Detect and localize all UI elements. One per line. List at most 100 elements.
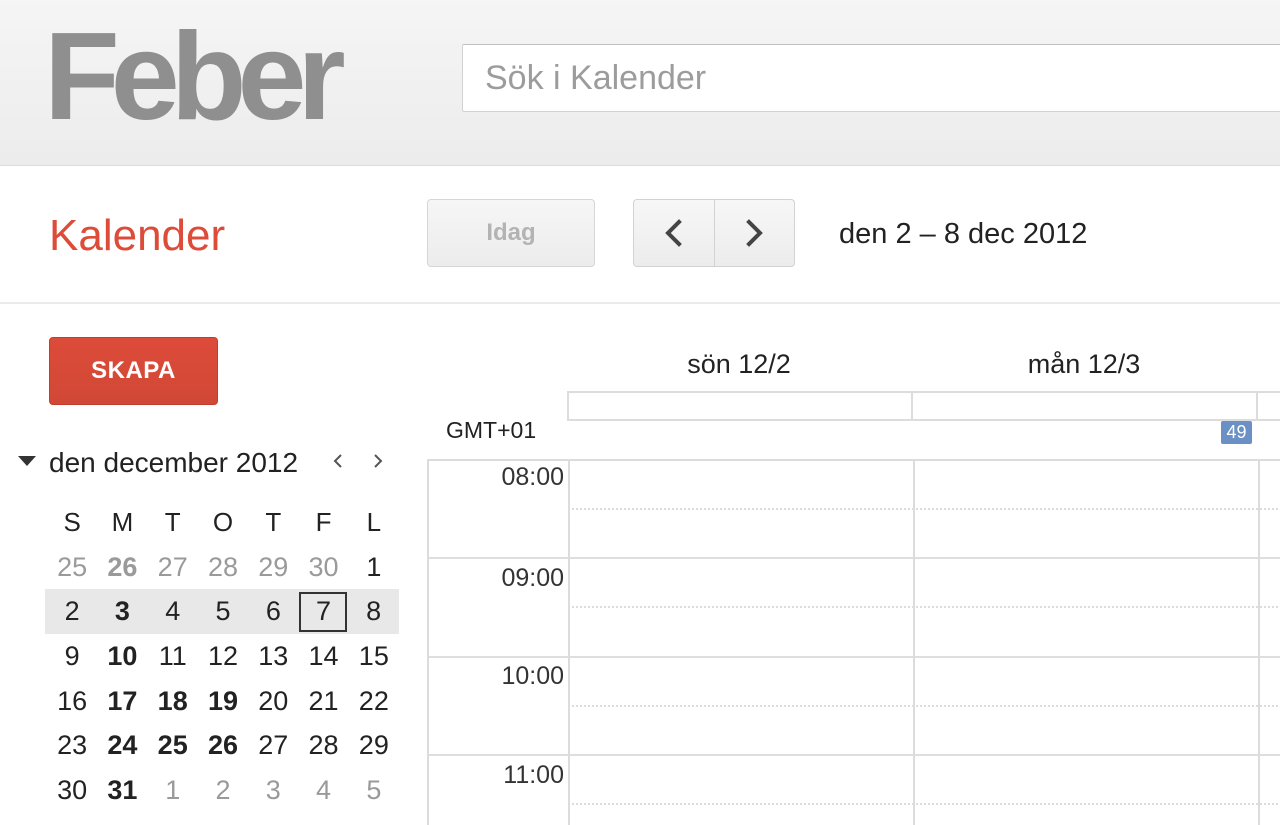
half-hour-line (568, 606, 1280, 608)
toolbar-divider (0, 302, 1280, 304)
day-header-sunday[interactable]: sön 12/2 (567, 347, 911, 381)
weekday-label: T (164, 506, 181, 537)
mini-day[interactable]: 3 (248, 770, 298, 810)
mini-day[interactable]: 28 (198, 547, 248, 587)
weekday-label: F (315, 506, 332, 537)
chevron-right-icon (746, 219, 764, 247)
mini-day[interactable]: 6 (248, 592, 298, 632)
mini-day[interactable]: 3 (97, 592, 147, 632)
half-hour-line (568, 508, 1280, 510)
mini-day[interactable]: 2 (198, 770, 248, 810)
mini-week-row: 9 10 11 12 13 14 15 (47, 634, 399, 679)
mini-day[interactable]: 31 (97, 770, 147, 810)
weekday-label: L (366, 506, 382, 537)
mini-day[interactable]: 30 (298, 547, 348, 587)
mini-day[interactable]: 1 (349, 547, 399, 587)
mini-day[interactable]: 25 (148, 726, 198, 766)
prev-period-button[interactable] (634, 200, 714, 266)
mini-day[interactable]: 19 (198, 681, 248, 721)
mini-day[interactable]: 1 (148, 770, 198, 810)
mini-week-row: 16 17 18 19 20 21 22 (47, 679, 399, 724)
mini-day[interactable]: 24 (97, 726, 147, 766)
mini-day[interactable]: 20 (248, 681, 298, 721)
mini-prev-month-button[interactable] (326, 446, 350, 476)
mini-day[interactable]: 22 (349, 681, 399, 721)
weekday-label: O (212, 506, 234, 537)
half-hour-line (568, 803, 1280, 805)
mini-day[interactable]: 23 (47, 726, 97, 766)
next-period-button[interactable] (713, 200, 795, 266)
hour-row: 09:00 (429, 557, 1280, 656)
hour-row: 08:00 (429, 461, 1280, 560)
mini-day[interactable]: 5 (198, 592, 248, 632)
all-day-divider (1256, 393, 1258, 419)
all-day-row (567, 391, 1280, 421)
mini-calendar-grid: S M T O T F L 25 26 27 28 29 30 1 2 3 4 5 6 7 8 9 10 11 1… (45, 500, 399, 813)
all-day-divider (911, 393, 913, 419)
hour-label: 11:00 (503, 761, 564, 789)
mini-day[interactable]: 30 (47, 770, 97, 810)
hour-line (429, 754, 1280, 756)
today-button[interactable]: Idag (427, 199, 595, 267)
mini-day[interactable]: 4 (148, 592, 198, 632)
mini-day[interactable]: 26 (198, 726, 248, 766)
mini-week-row: 2345678 (45, 589, 399, 635)
hour-label: 10:00 (501, 662, 564, 690)
hour-label: 09:00 (501, 564, 564, 592)
weekday-label: T (265, 506, 282, 537)
hour-line (429, 656, 1280, 658)
mini-week-row: 23 24 25 26 27 28 29 (47, 723, 399, 768)
mini-day[interactable]: 10 (97, 636, 147, 676)
create-button[interactable]: SKAPA (49, 337, 218, 405)
mini-day[interactable]: 17 (97, 681, 147, 721)
mini-day[interactable]: 9 (47, 636, 97, 676)
hour-label: 08:00 (501, 463, 564, 491)
top-bar: Feber (0, 0, 1280, 166)
mini-day[interactable]: 26 (97, 547, 147, 587)
date-nav-group (633, 199, 795, 267)
date-range-label: den 2 – 8 dec 2012 (839, 218, 1088, 250)
mini-day[interactable]: 16 (47, 681, 97, 721)
mini-day[interactable]: 21 (298, 681, 348, 721)
mini-day[interactable]: 15 (349, 636, 399, 676)
mini-day[interactable]: 14 (298, 636, 348, 676)
feber-logo[interactable]: Feber (44, 4, 346, 150)
mini-day[interactable]: 12 (198, 636, 248, 676)
mini-day[interactable]: 4 (298, 770, 348, 810)
chevron-left-icon (664, 219, 682, 247)
week-number-badge[interactable]: 49 (1221, 421, 1252, 444)
day-header-monday[interactable]: mån 12/3 (912, 347, 1256, 381)
collapse-triangle-icon[interactable] (18, 456, 36, 466)
time-grid: 08:00 09:00 10:00 11:00 (427, 459, 1280, 825)
mini-day[interactable]: 11 (148, 636, 198, 676)
mini-day[interactable]: 25 (47, 547, 97, 587)
mini-next-month-button[interactable] (366, 446, 390, 476)
mini-week-row: 25 26 27 28 29 30 1 (47, 545, 399, 590)
weekday-label: S (63, 506, 81, 537)
mini-day[interactable]: 13 (248, 636, 298, 676)
hour-row: 10:00 (429, 656, 1280, 755)
chevron-left-icon (333, 454, 342, 468)
mini-weekday-row: S M T O T F L (47, 500, 399, 545)
search-input[interactable] (462, 44, 1280, 112)
mini-day[interactable]: 18 (148, 681, 198, 721)
all-day-divider (567, 393, 569, 419)
app-title: Kalender (49, 211, 226, 260)
mini-day[interactable]: 29 (248, 547, 298, 587)
mini-calendar-header: den december 2012 (16, 442, 406, 484)
mini-day[interactable]: 28 (298, 726, 348, 766)
mini-calendar-title[interactable]: den december 2012 (49, 444, 298, 482)
mini-day[interactable]: 29 (349, 726, 399, 766)
day-divider (1258, 461, 1260, 825)
mini-day[interactable]: 5 (349, 770, 399, 810)
hour-line (429, 557, 1280, 559)
timezone-label: GMT+01 (446, 417, 537, 443)
time-column-divider (568, 461, 570, 825)
half-hour-line (568, 705, 1280, 707)
mini-day[interactable]: 2 (47, 592, 97, 632)
mini-day[interactable]: 8 (348, 592, 398, 632)
mini-day[interactable]: 27 (148, 547, 198, 587)
mini-day-today[interactable]: 7 (299, 591, 348, 632)
mini-day[interactable]: 27 (248, 726, 298, 766)
chevron-right-icon (374, 454, 383, 468)
